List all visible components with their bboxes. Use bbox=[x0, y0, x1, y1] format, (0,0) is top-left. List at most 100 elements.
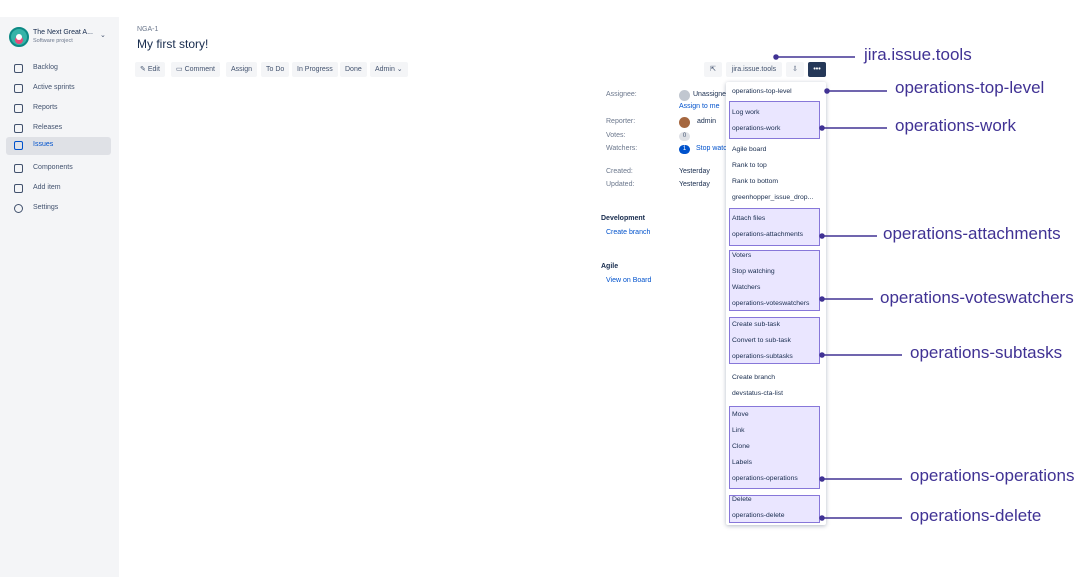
sidebar-item-add-item[interactable]: Add item bbox=[6, 180, 111, 198]
sidebar-item-components[interactable]: Components bbox=[6, 160, 111, 178]
sidebar-item-releases[interactable]: Releases bbox=[6, 120, 111, 138]
created-label: Created: bbox=[606, 168, 633, 175]
menu-item-attach-files[interactable]: Attach files bbox=[732, 215, 765, 222]
add-icon bbox=[14, 184, 23, 193]
sidebar-item-issues[interactable]: Issues bbox=[6, 137, 111, 155]
comment-icon: ▭ bbox=[176, 66, 183, 73]
ship-icon bbox=[14, 124, 23, 133]
annotation-top-level: operations-top-level bbox=[895, 78, 1045, 97]
sidebar: The Next Great A... Software project ⌄ B… bbox=[0, 17, 119, 577]
todo-button[interactable]: To Do bbox=[261, 62, 290, 77]
annotation-operations: operations-operations bbox=[910, 466, 1075, 485]
watchers-count[interactable]: 1 bbox=[679, 145, 690, 154]
share-icon: ⇱ bbox=[710, 66, 716, 73]
menu-item-voters[interactable]: Voters bbox=[732, 252, 751, 259]
chevron-down-icon[interactable]: ⌄ bbox=[100, 31, 106, 39]
sidebar-item-label: Settings bbox=[33, 204, 59, 211]
updated-value: Yesterday bbox=[679, 181, 710, 188]
project-name: The Next Great A... bbox=[33, 29, 93, 36]
project-type: Software project bbox=[33, 38, 73, 44]
menu-item-agile-board[interactable]: Agile board bbox=[732, 146, 766, 153]
menu-item-rank-bottom[interactable]: Rank to bottom bbox=[732, 178, 778, 185]
updated-label: Updated: bbox=[606, 181, 635, 188]
menu-item-operations-operations[interactable]: operations-operations bbox=[732, 475, 798, 482]
view-on-board-link[interactable]: View on Board bbox=[606, 277, 651, 284]
agile-heading: Agile bbox=[601, 263, 619, 270]
assign-button[interactable]: Assign bbox=[226, 62, 258, 77]
menu-item-devstatus[interactable]: devstatus-cta-list bbox=[732, 390, 783, 397]
menu-item-create-subtask[interactable]: Create sub-task bbox=[732, 321, 780, 328]
assign-to-me-link[interactable]: Assign to me bbox=[679, 103, 719, 110]
menu-item-link[interactable]: Link bbox=[732, 427, 744, 434]
avatar bbox=[679, 90, 690, 101]
group-operations-attachments bbox=[729, 208, 820, 246]
sidebar-item-label: Reports bbox=[33, 104, 58, 111]
menu-item-operations-work[interactable]: operations-work bbox=[732, 125, 780, 132]
comment-label: Comment bbox=[184, 66, 215, 73]
created-value: Yesterday bbox=[679, 168, 710, 175]
sidebar-item-label: Add item bbox=[33, 184, 61, 191]
menu-item-greenhopper[interactable]: greenhopper_issue_drop... bbox=[732, 194, 813, 201]
export-button[interactable]: ⇩ bbox=[786, 62, 804, 77]
sidebar-item-label: Active sprints bbox=[33, 84, 75, 91]
sidebar-item-label: Issues bbox=[33, 141, 54, 148]
more-actions-button[interactable]: ••• bbox=[808, 62, 826, 77]
project-avatar bbox=[9, 27, 29, 47]
group-operations-work bbox=[729, 101, 820, 139]
annotation-attachments: operations-attachments bbox=[883, 224, 1061, 243]
reporter-value[interactable]: admin bbox=[697, 118, 716, 125]
votes-label: Votes: bbox=[606, 132, 626, 139]
done-button[interactable]: Done bbox=[340, 62, 367, 77]
page-title: My first story! bbox=[137, 37, 209, 51]
sidebar-item-label: Components bbox=[33, 164, 73, 171]
issue-tools-button[interactable]: jira.issue.tools bbox=[726, 62, 782, 77]
menu-item-delete[interactable]: Delete bbox=[732, 496, 752, 503]
menu-item-convert-subtask[interactable]: Convert to sub-task bbox=[732, 337, 791, 344]
backlog-icon bbox=[14, 64, 23, 73]
annotation-dot-tools bbox=[773, 54, 779, 60]
admin-dropdown[interactable]: Admin ⌄ bbox=[370, 62, 408, 77]
menu-item-create-branch[interactable]: Create branch bbox=[732, 374, 775, 381]
gear-icon bbox=[14, 204, 23, 213]
edit-button[interactable]: ✎ Edit bbox=[135, 62, 165, 77]
annotation-tools: jira.issue.tools bbox=[864, 45, 972, 64]
share-button[interactable]: ⇱ bbox=[704, 62, 722, 77]
menu-item-watchers[interactable]: Watchers bbox=[732, 284, 760, 291]
in-progress-button[interactable]: In Progress bbox=[292, 62, 338, 77]
assignee-label: Assignee: bbox=[606, 91, 637, 98]
menu-item-top-level[interactable]: operations-top-level bbox=[732, 88, 792, 95]
assignee-value[interactable]: Unassigne bbox=[693, 91, 726, 98]
chevron-down-icon: ⌄ bbox=[396, 66, 403, 73]
create-branch-link[interactable]: Create branch bbox=[606, 229, 650, 236]
annotation-subtasks: operations-subtasks bbox=[910, 343, 1063, 362]
sidebar-item-label: Backlog bbox=[33, 64, 58, 71]
development-heading: Development bbox=[601, 215, 645, 222]
sidebar-item-settings[interactable]: Settings bbox=[6, 200, 111, 218]
annotation-work: operations-work bbox=[895, 116, 1016, 135]
project-switcher[interactable]: The Next Great A... Software project ⌄ bbox=[9, 27, 115, 49]
menu-item-log-work[interactable]: Log work bbox=[732, 109, 760, 116]
board-icon bbox=[14, 84, 23, 93]
menu-item-clone[interactable]: Clone bbox=[732, 443, 750, 450]
menu-item-operations-subtasks[interactable]: operations-subtasks bbox=[732, 353, 793, 360]
export-icon: ⇩ bbox=[792, 66, 798, 73]
edit-label: Edit bbox=[147, 66, 160, 73]
sidebar-item-reports[interactable]: Reports bbox=[6, 100, 111, 118]
menu-item-rank-top[interactable]: Rank to top bbox=[732, 162, 767, 169]
annotation-voteswatchers: operations-voteswatchers bbox=[880, 288, 1074, 307]
menu-item-operations-voteswatchers[interactable]: operations-voteswatchers bbox=[732, 300, 809, 307]
menu-item-labels[interactable]: Labels bbox=[732, 459, 752, 466]
votes-count[interactable]: 0 bbox=[679, 132, 690, 141]
annotation-delete: operations-delete bbox=[910, 506, 1042, 525]
menu-item-operations-delete[interactable]: operations-delete bbox=[732, 512, 785, 519]
menu-item-operations-attachments[interactable]: operations-attachments bbox=[732, 231, 803, 238]
menu-item-move[interactable]: Move bbox=[732, 411, 749, 418]
watchers-label: Watchers: bbox=[606, 145, 638, 152]
sidebar-item-backlog[interactable]: Backlog bbox=[6, 60, 111, 78]
component-icon bbox=[14, 164, 23, 173]
stop-watching-link[interactable]: Stop watc bbox=[696, 145, 727, 152]
issue-key[interactable]: NGA-1 bbox=[137, 26, 158, 33]
comment-button[interactable]: ▭ Comment bbox=[171, 62, 220, 77]
menu-item-stop-watching[interactable]: Stop watching bbox=[732, 268, 775, 275]
sidebar-item-active-sprints[interactable]: Active sprints bbox=[6, 80, 111, 98]
